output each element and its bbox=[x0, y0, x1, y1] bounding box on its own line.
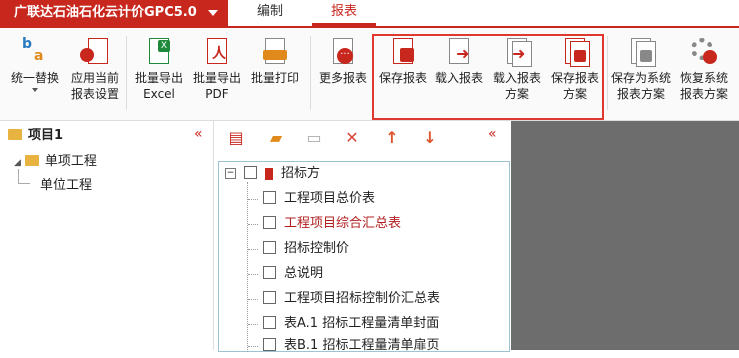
project-tree-panel: 项目1 ◢ 单项工程 单位工程 bbox=[0, 121, 214, 350]
tree-item-unit-project[interactable]: ◢ 单项工程 bbox=[14, 153, 97, 172]
tab-report[interactable]: 报表 bbox=[312, 0, 376, 26]
tree-connector bbox=[18, 169, 20, 183]
export-excel-button[interactable]: X 批量导出 Excel bbox=[132, 34, 186, 102]
tree-connector bbox=[247, 182, 249, 352]
checkbox[interactable] bbox=[263, 316, 276, 329]
tree-connector bbox=[248, 299, 258, 300]
ribbon-toolbar: b a 统一替换 应用当前 报表设置 X 批量导出 Excel 人 批量导出 P… bbox=[0, 28, 739, 121]
expand-triangle-icon[interactable]: ◢ bbox=[14, 158, 21, 168]
list-item-label: 工程项目总价表 bbox=[284, 191, 376, 206]
replace-icon: b a bbox=[22, 36, 44, 64]
apply-settings-button[interactable]: 应用当前 报表设置 bbox=[66, 34, 124, 102]
list-item-selected[interactable]: 工程项目综合汇总表 bbox=[263, 212, 401, 236]
checkbox[interactable] bbox=[263, 266, 276, 279]
copy-icon[interactable]: ▭ bbox=[304, 129, 324, 147]
save-system-label: 保存为系统 报表方案 bbox=[610, 71, 671, 101]
checkbox[interactable] bbox=[263, 338, 276, 351]
ribbon-separator bbox=[126, 36, 127, 110]
list-item[interactable]: 工程项目招标控制价汇总表 bbox=[263, 287, 440, 311]
folder-icon bbox=[24, 155, 39, 166]
report-toolbar: ▤ ▰ ▭ ✕ ↑ ↓ bbox=[214, 121, 510, 155]
ribbon-separator bbox=[310, 36, 311, 110]
tree-item-project[interactable]: 项目1 bbox=[8, 127, 63, 145]
batch-print-button[interactable]: 批量打印 bbox=[248, 34, 302, 86]
more-reports-label: 更多报表 bbox=[318, 71, 367, 85]
report-list-panel: ▤ ▰ ▭ ✕ ↑ ↓ − 招标方 工程项目总价表 工程项目综合汇总表 招标控制价… bbox=[214, 121, 510, 353]
more-reports-icon: ··· bbox=[328, 36, 358, 66]
tree-item-sub-unit[interactable]: 单位工程 bbox=[40, 177, 92, 195]
checkbox[interactable] bbox=[263, 241, 276, 254]
report-root[interactable]: − 招标方 bbox=[225, 162, 320, 186]
apply-settings-label: 应用当前 报表设置 bbox=[70, 71, 119, 101]
gear-icon bbox=[689, 36, 719, 66]
list-item-label: 总说明 bbox=[284, 266, 324, 281]
tree-item-label: 项目1 bbox=[28, 128, 64, 143]
replace-button[interactable]: b a 统一替换 bbox=[6, 34, 64, 92]
list-item[interactable]: 表B.1 招标工程量清单扉页 bbox=[263, 334, 439, 358]
list-item[interactable]: 表A.1 招标工程量清单封面 bbox=[263, 312, 439, 336]
tree-connector bbox=[248, 346, 258, 347]
save-system-icon bbox=[626, 36, 656, 67]
folder-icon bbox=[8, 129, 22, 140]
collapse-mid-panel-icon[interactable]: « bbox=[488, 126, 497, 142]
list-item[interactable]: 工程项目总价表 bbox=[263, 187, 375, 211]
list-item-label: 工程项目综合汇总表 bbox=[284, 216, 402, 231]
restore-system-scheme-button[interactable]: 恢复系统 报表方案 bbox=[674, 34, 734, 102]
tree-connector bbox=[248, 224, 258, 225]
report-root-label: 招标方 bbox=[281, 166, 321, 181]
list-item[interactable]: 总说明 bbox=[263, 262, 323, 286]
app-title: 广联达石油石化云计价GPC5.0 bbox=[14, 5, 197, 20]
collapse-left-panel-icon[interactable]: « bbox=[194, 126, 203, 142]
move-up-icon[interactable]: ↑ bbox=[382, 129, 402, 147]
list-item-label: 招标控制价 bbox=[284, 241, 350, 256]
tree-connector bbox=[248, 199, 258, 200]
list-item-label: 工程项目招标控制价汇总表 bbox=[284, 291, 441, 306]
list-item[interactable]: 招标控制价 bbox=[263, 237, 349, 261]
tree-item-label: 单位工程 bbox=[40, 178, 93, 193]
chevron-down-icon bbox=[208, 10, 218, 16]
restore-system-label: 恢复系统 报表方案 bbox=[679, 71, 728, 101]
highlight-box bbox=[372, 34, 604, 120]
tree-connector bbox=[18, 183, 30, 185]
report-preview-area bbox=[511, 121, 739, 350]
dropdown-caret-icon bbox=[32, 88, 38, 92]
report-tree: − 招标方 工程项目总价表 工程项目综合汇总表 招标控制价 总说明 工程项目招标控… bbox=[218, 161, 510, 353]
move-down-icon[interactable]: ↓ bbox=[420, 129, 440, 147]
delete-icon[interactable]: ✕ bbox=[342, 129, 362, 147]
tree-connector bbox=[248, 324, 258, 325]
checkbox[interactable] bbox=[263, 191, 276, 204]
excel-icon: X bbox=[144, 36, 174, 66]
tab-edit[interactable]: 编制 bbox=[240, 0, 300, 26]
tree-item-label: 单项工程 bbox=[44, 154, 97, 169]
app-menu-button[interactable]: 广联达石油石化云计价GPC5.0 bbox=[0, 0, 228, 26]
batch-print-label: 批量打印 bbox=[250, 71, 299, 85]
new-report-icon[interactable]: ▤ bbox=[226, 129, 246, 147]
more-reports-button[interactable]: ··· 更多报表 bbox=[316, 34, 370, 86]
pdf-icon: 人 bbox=[202, 36, 232, 66]
tree-connector bbox=[248, 249, 258, 250]
list-item-label: 表B.1 招标工程量清单扉页 bbox=[284, 338, 440, 353]
checkbox[interactable] bbox=[263, 216, 276, 229]
tree-connector bbox=[248, 274, 258, 275]
book-icon bbox=[265, 167, 273, 180]
title-bar: 广联达石油石化云计价GPC5.0 编制 报表 bbox=[0, 0, 739, 28]
ribbon-separator bbox=[607, 36, 608, 110]
list-item-label: 表A.1 招标工程量清单封面 bbox=[284, 316, 440, 331]
checkbox[interactable] bbox=[244, 166, 257, 179]
print-icon bbox=[260, 36, 290, 66]
replace-label: 统一替换 bbox=[10, 71, 59, 85]
export-pdf-button[interactable]: 人 批量导出 PDF bbox=[190, 34, 244, 102]
export-excel-label: 批量导出 Excel bbox=[134, 71, 183, 101]
checkbox[interactable] bbox=[263, 291, 276, 304]
apply-settings-icon bbox=[80, 36, 110, 66]
export-pdf-label: 批量导出 PDF bbox=[192, 71, 241, 101]
collapse-node-icon[interactable]: − bbox=[225, 168, 236, 179]
save-system-scheme-button[interactable]: 保存为系统 报表方案 bbox=[610, 34, 672, 102]
new-folder-icon[interactable]: ▰ bbox=[266, 129, 286, 147]
